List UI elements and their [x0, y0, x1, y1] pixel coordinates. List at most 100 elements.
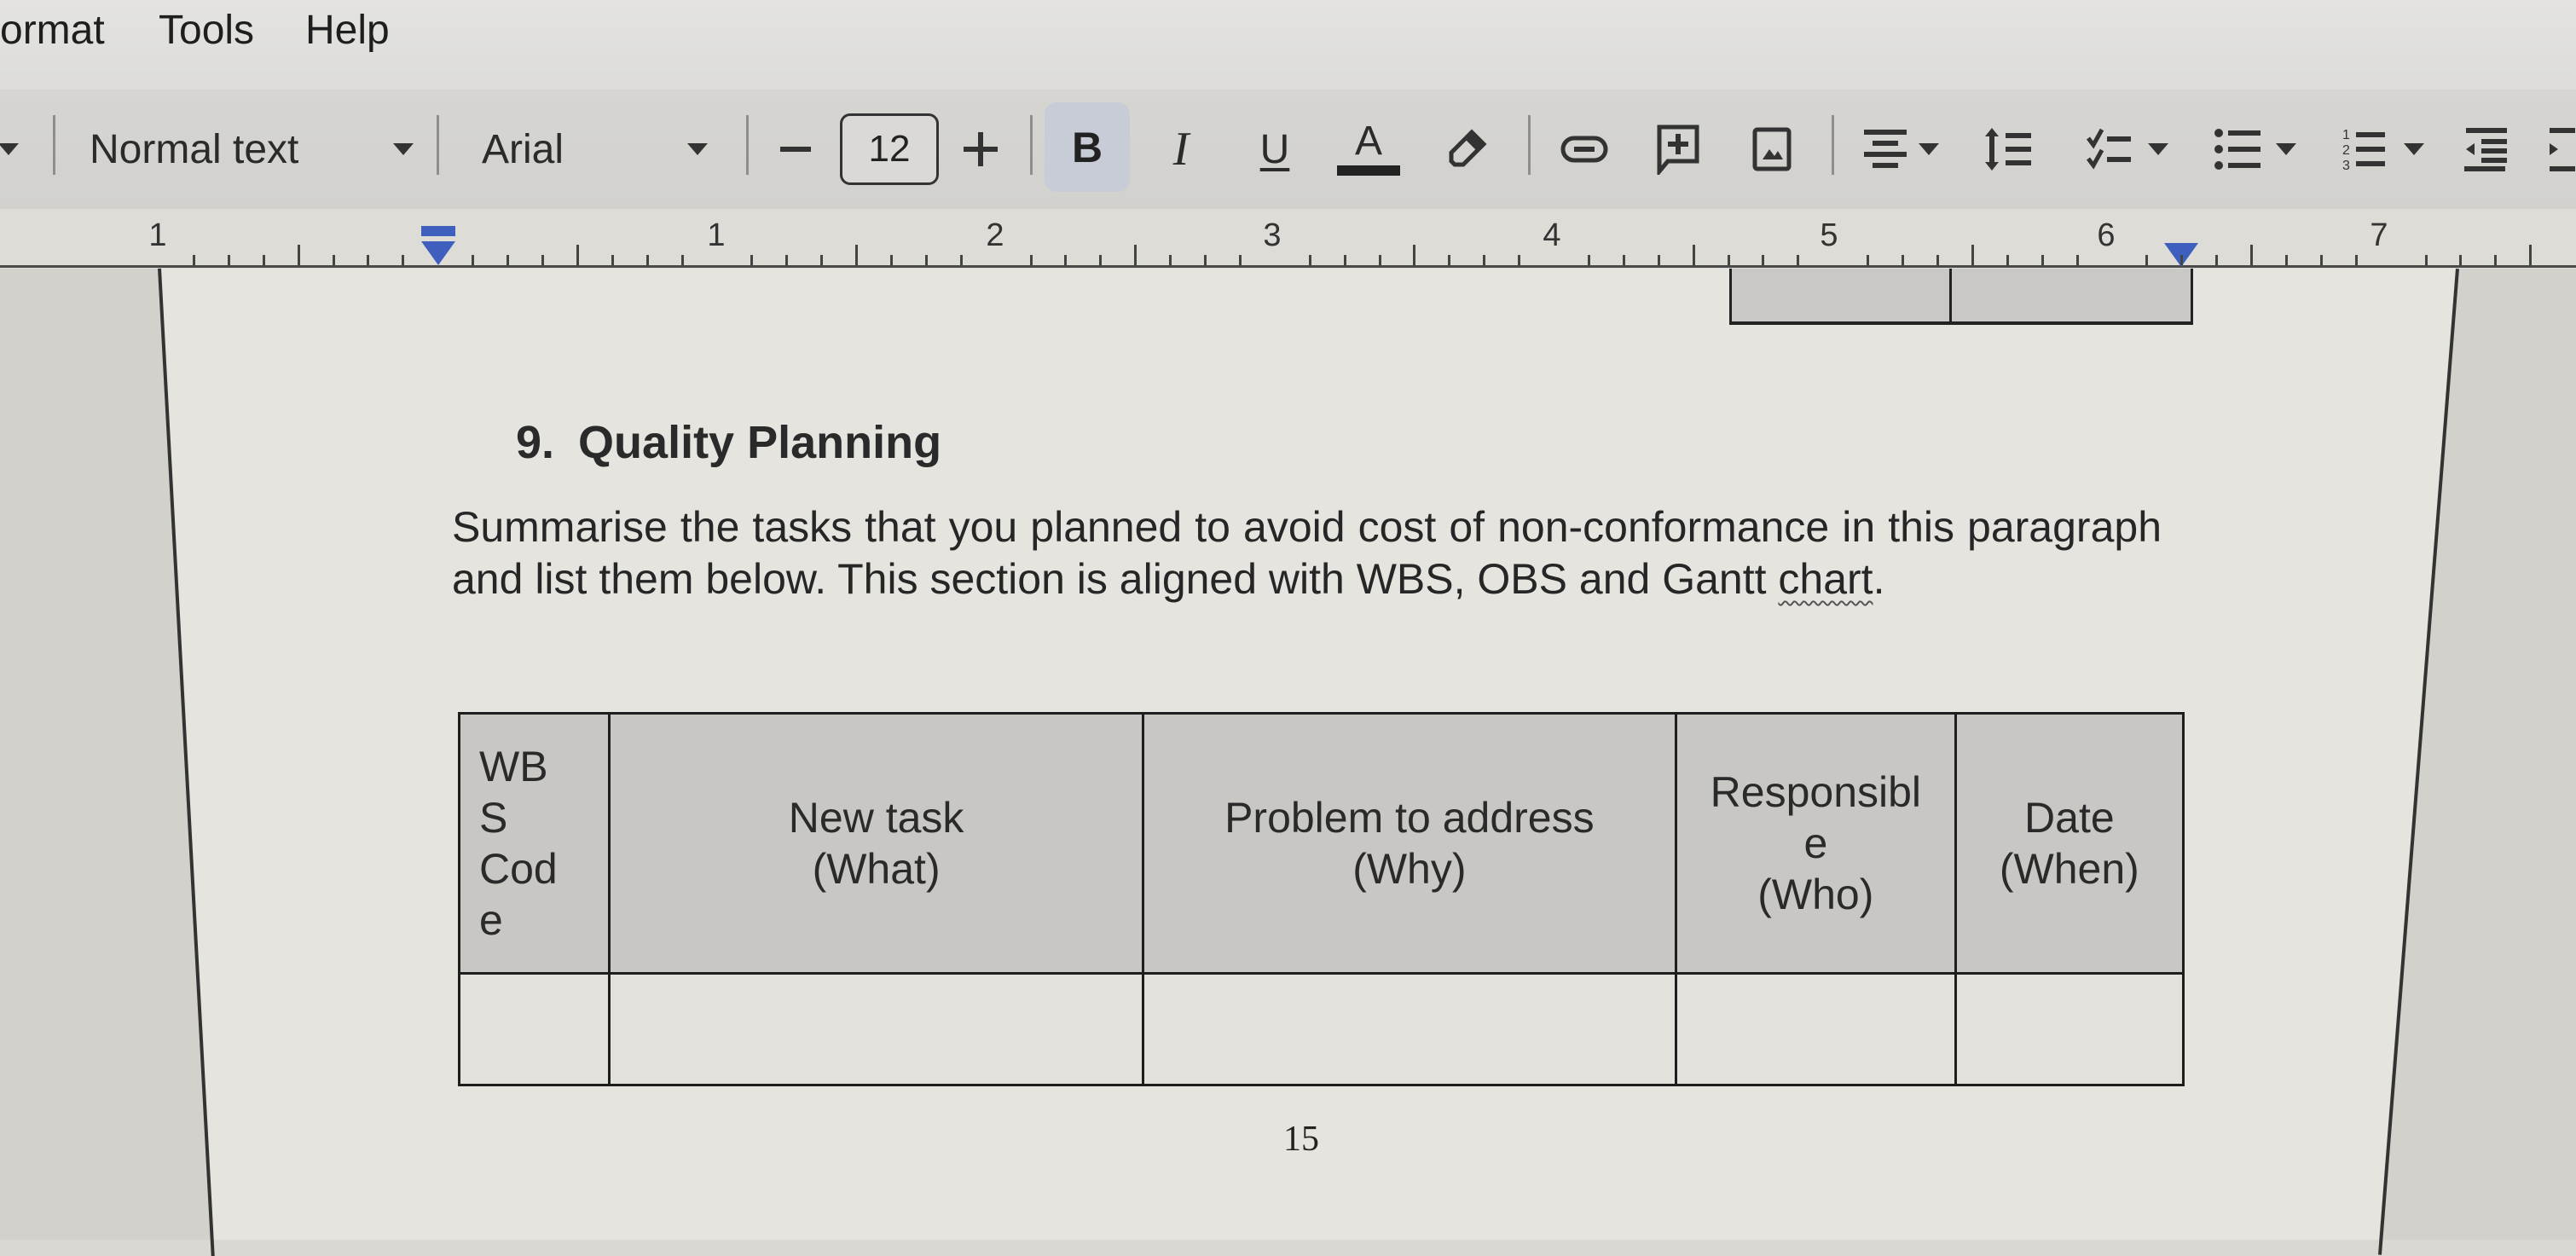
ruler-tick [1622, 255, 1625, 265]
text-color-letter: A [1354, 119, 1382, 164]
header-line: WB [479, 743, 548, 790]
decrease-font-size-button[interactable] [772, 90, 819, 209]
header-date[interactable]: Date (When) [1954, 712, 2185, 975]
underline-button[interactable]: U [1249, 90, 1300, 209]
menu-help[interactable]: Help [305, 7, 390, 54]
ruler-tick [611, 255, 614, 265]
add-comment-button[interactable] [1650, 90, 1705, 209]
cell-problem[interactable] [1141, 972, 1677, 1086]
insert-image-button[interactable] [1744, 90, 1799, 209]
insert-image-icon [1752, 127, 1791, 171]
align-center-icon [1864, 130, 1907, 168]
svg-text:2: 2 [2342, 143, 2350, 158]
ruler-tick [855, 245, 858, 265]
align-button[interactable] [1859, 90, 1944, 209]
italic-button[interactable]: I [1155, 90, 1207, 209]
bold-button[interactable]: B [1045, 102, 1130, 192]
ruler-tick [507, 255, 509, 265]
ruler-tick [2529, 245, 2533, 265]
svg-text:1: 1 [2342, 128, 2350, 142]
chevron-down-icon [0, 143, 19, 155]
cell-responsible[interactable] [1674, 972, 1957, 1086]
header-text: New task (What) [611, 792, 1141, 894]
menu-tools[interactable]: Tools [159, 7, 254, 54]
header-problem[interactable]: Problem to address (Why) [1141, 712, 1677, 975]
highlight-color-button[interactable] [1441, 90, 1492, 209]
ruler-tick [1797, 255, 1800, 265]
header-line: (Who) [1757, 871, 1874, 918]
table-divider [1949, 269, 1952, 321]
ruler-tick [2459, 255, 2463, 265]
line-spacing-button[interactable] [1978, 90, 2038, 209]
page-number: 15 [1283, 1120, 1319, 1159]
header-text: Date (When) [1957, 792, 2182, 894]
ruler-tick [2424, 255, 2428, 265]
ruler-tick [785, 255, 789, 265]
misspelled-word[interactable]: chart [1778, 555, 1873, 603]
header-line: (Why) [1352, 845, 1467, 893]
header-text: Problem to address (Why) [1144, 792, 1675, 894]
cell-date[interactable] [1954, 972, 2185, 1086]
left-indent-marker[interactable] [420, 226, 457, 267]
header-wbs-code[interactable]: WB S Cod e [457, 712, 611, 975]
font-size-input[interactable]: 12 [840, 113, 939, 185]
toolbar-divider [1030, 115, 1033, 175]
checklist-icon [2087, 128, 2131, 170]
ruler-tick [1308, 255, 1311, 265]
ruler-tick [1099, 255, 1103, 265]
ruler-tick [1238, 255, 1242, 265]
ruler-tick [297, 245, 300, 265]
font-family-select[interactable]: Arial [482, 90, 708, 209]
header-line: e [479, 896, 503, 944]
ruler-tick [1762, 255, 1765, 265]
ruler-tick [1413, 245, 1416, 265]
ruler-tick [1971, 245, 1974, 265]
menu-format[interactable]: ormat [0, 7, 105, 54]
numbered-list-icon: 1 2 3 [2342, 128, 2385, 173]
ruler-tick [1936, 255, 1939, 265]
ruler-number: 1 [707, 217, 726, 253]
chevron-down-icon [687, 143, 708, 155]
instruction-paragraph[interactable]: Summarise the tasks that you planned to … [452, 501, 2162, 605]
cell-wbs-code[interactable] [457, 972, 611, 1086]
previous-dropdown-caret[interactable] [0, 90, 19, 209]
numbered-list-button[interactable]: 1 2 3 [2336, 90, 2430, 209]
header-text: Responsibl e (Who) [1677, 767, 1954, 920]
ruler-tick [2250, 245, 2253, 265]
cell-new-task[interactable] [608, 972, 1144, 1086]
horizontal-ruler[interactable]: 1 1 2 3 4 5 6 7 [0, 209, 2576, 269]
minus-icon [779, 147, 811, 152]
heading-number: 9. [516, 417, 555, 468]
ruler-tick [2006, 255, 2009, 265]
ruler-number: 4 [1543, 217, 1561, 253]
header-line: (What) [812, 845, 941, 893]
paragraph-style-select[interactable]: Normal text [90, 90, 414, 209]
increase-indent-button[interactable] [2550, 90, 2576, 209]
ruler-tick [541, 255, 544, 265]
ruler-tick [2145, 255, 2149, 265]
ruler-tick [2180, 255, 2184, 265]
header-new-task[interactable]: New task (What) [608, 712, 1144, 975]
ruler-number: 3 [1263, 217, 1282, 253]
ruler-number: 6 [2097, 217, 2116, 253]
ruler-tick [889, 255, 893, 265]
chevron-down-icon [2404, 143, 2424, 155]
text-color-button[interactable]: A [1334, 90, 1403, 209]
checklist-button[interactable] [2081, 90, 2174, 209]
paragraph-end: . [1873, 555, 1885, 603]
section-heading: 9. Quality Planning [516, 416, 941, 469]
insert-link-button[interactable] [1556, 90, 1612, 209]
ruler-tick [1448, 255, 1451, 265]
decrease-indent-button[interactable] [2460, 90, 2511, 209]
ruler-tick [332, 255, 335, 265]
increase-font-size-button[interactable] [955, 90, 1006, 209]
quality-planning-table: WB S Cod e New task (What) Problem to addres… [457, 712, 2185, 1086]
ruler-tick [367, 255, 370, 265]
ruler-tick [2284, 255, 2288, 265]
ruler-number: 1 [148, 217, 167, 253]
header-responsible[interactable]: Responsibl e (Who) [1674, 712, 1957, 975]
ruler-tick [2354, 255, 2358, 265]
bulleted-list-button[interactable] [2208, 90, 2302, 209]
ruler-tick [472, 255, 475, 265]
table-row [457, 972, 2185, 1086]
